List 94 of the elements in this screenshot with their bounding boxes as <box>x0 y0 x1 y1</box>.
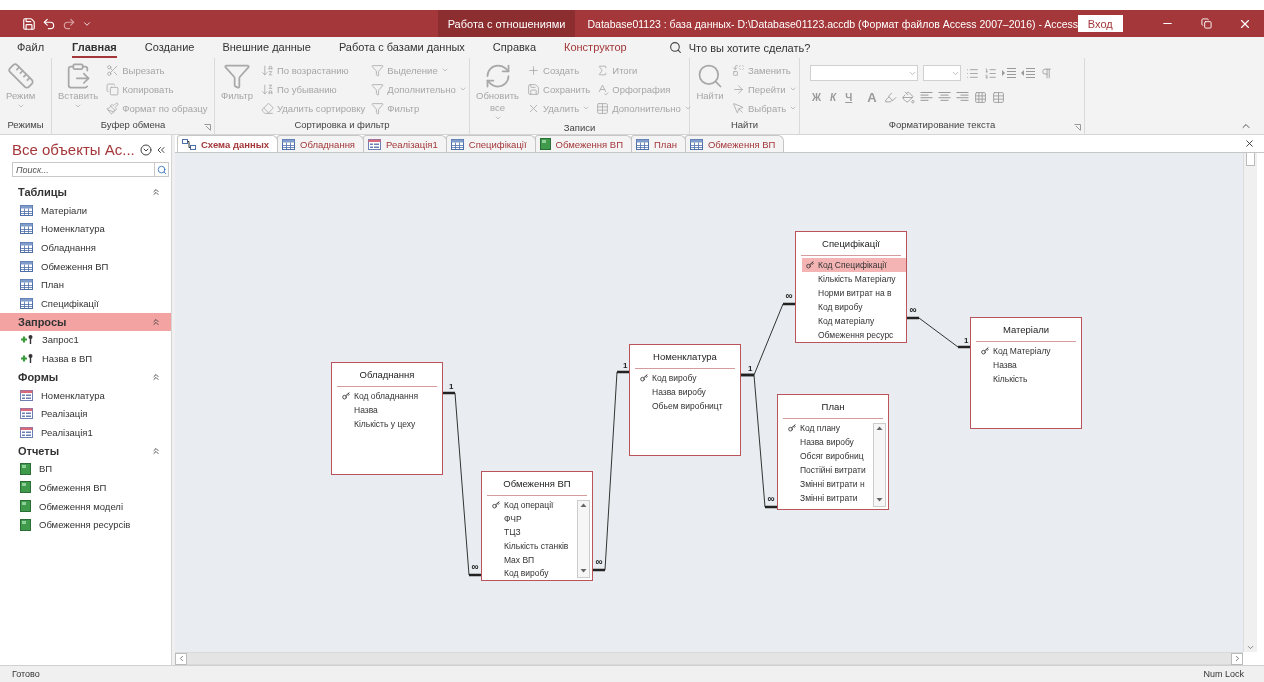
num-lock-indicator: Num Lock <box>1203 669 1244 679</box>
document-tab[interactable]: Обмеження ВП <box>534 135 633 152</box>
cardinality-label: ∞ <box>767 493 775 504</box>
document-tab[interactable]: Схема данных <box>177 135 279 152</box>
table-title: Обладнання <box>337 363 437 387</box>
cardinality-label: 1 <box>449 382 454 391</box>
navigation-item[interactable]: Матеріали <box>41 204 88 216</box>
field-row[interactable]: Кількість <box>977 372 1081 386</box>
table-title: Обмеження ВП <box>487 472 587 496</box>
field-row[interactable]: ТЦЗ <box>488 525 577 539</box>
table-title: Матеріали <box>976 318 1076 342</box>
field-row[interactable]: Код операції <box>488 498 577 512</box>
navigation-item[interactable]: ВП <box>39 463 53 475</box>
field-row[interactable]: Код Специфікації <box>802 258 906 272</box>
field-row[interactable]: Кількість станків <box>488 539 577 553</box>
field-row[interactable]: Норми витрат на в <box>802 286 906 300</box>
table-title: Номенклатура <box>635 345 735 369</box>
cardinality-label: 1 <box>748 364 753 373</box>
table-card[interactable]: Специфікації Код Специфікації Кількість Матеріалу Норми витрат на в Код виробу Код матеріалу Обмеження ресурс <box>795 231 907 343</box>
field-row[interactable]: Код плану <box>784 421 873 435</box>
ribbon-tab[interactable]: Создание <box>144 41 195 58</box>
field-row[interactable]: Змінні витрати н <box>784 477 873 491</box>
navigation-item[interactable]: Специфікації <box>41 297 99 309</box>
table-card[interactable]: Матеріали Код Матеріалу Назва Кількість <box>970 317 1082 429</box>
field-row[interactable]: Код виробу <box>636 371 740 385</box>
cardinality-label: ∞ <box>471 561 479 572</box>
field-row[interactable]: Код матеріалу <box>802 314 906 328</box>
group-label: Буфер обмена <box>99 119 167 132</box>
table-card[interactable]: Обмеження ВП Код операції ФЧР ТЦЗ Кількість станків Max ВП Код виробу <box>481 471 593 581</box>
table-title: План <box>783 395 883 419</box>
cardinality-label: 1 <box>964 336 969 345</box>
ribbon-tab[interactable]: Внешние данные <box>222 41 311 58</box>
field-row[interactable]: Код Матеріалу <box>977 344 1081 358</box>
search-field[interactable]: Поиск... <box>12 162 154 177</box>
window-title: Database01123 : база данных- D:\Database01123.accdb (Формат файлов Access 2007–2016) - Access <box>586 17 1079 30</box>
group-label: Записи <box>562 122 597 134</box>
document-tab[interactable]: Обмеження ВП <box>684 135 785 152</box>
field-row[interactable]: Кількість у цеху <box>338 417 442 431</box>
field-row[interactable]: Обсяг виробниц <box>784 449 873 463</box>
table-title: Специфікації <box>801 232 901 256</box>
context-tab-label: Работа с отношениями <box>437 10 576 37</box>
field-row[interactable]: Змінні витрати <box>784 491 873 505</box>
navigation-item[interactable]: Обмеження ВП <box>39 481 107 493</box>
table-card[interactable]: План Код плану Назва виробу Обсяг виробниц Постійні витрати Змінні витрати н Змінні витрати <box>777 394 889 510</box>
field-row[interactable]: Постійні витрати <box>784 463 873 477</box>
group-label: Найти <box>729 119 760 132</box>
document-tab[interactable]: План <box>631 135 686 152</box>
navigation-item[interactable]: Номенклатура <box>41 223 105 235</box>
field-row[interactable]: Max ВП <box>488 552 577 567</box>
field-row[interactable]: Назва <box>977 358 1081 372</box>
field-row[interactable]: Кількість Матеріалу <box>802 272 906 286</box>
document-tab[interactable]: Специфікації <box>445 135 536 152</box>
field-row[interactable]: ФЧР <box>488 511 577 526</box>
sign-in-button[interactable]: Вход <box>1078 15 1123 32</box>
group-label: Сортировка и фильтр <box>293 119 391 132</box>
section-header[interactable]: Отчеты <box>0 441 171 460</box>
cardinality-label: ∞ <box>595 556 603 567</box>
ribbon-tab[interactable]: Конструктор <box>564 41 627 58</box>
navigation-item[interactable]: Обмеження моделі <box>39 500 123 512</box>
field-row[interactable]: Назва виробу <box>784 435 873 449</box>
navigation-item[interactable]: Обладнання <box>41 242 96 253</box>
table-card[interactable]: Обладнання Код обладнання Назва Кількість у цеху <box>331 362 443 475</box>
navigation-item[interactable]: Назва в ВП <box>42 352 93 364</box>
cardinality-label: ∞ <box>785 290 793 301</box>
section-header[interactable]: Таблицы <box>0 183 171 201</box>
document-tab[interactable]: Обладнання <box>277 135 365 152</box>
navigation-title[interactable]: Все объекты Ac... <box>12 141 137 158</box>
ribbon-tab[interactable]: Файл <box>17 41 45 58</box>
navigation-item[interactable]: Обмеження ВП <box>41 260 109 272</box>
navigation-item[interactable]: Реалізація1 <box>41 426 93 438</box>
section-header[interactable]: Запросы <box>0 312 171 331</box>
field-row[interactable]: Код виробу <box>802 300 906 314</box>
field-row[interactable]: Обмеження ресурс <box>802 328 906 342</box>
table-card[interactable]: Номенклатура Код виробу Назва виробу Обьем виробницт <box>629 344 741 456</box>
ribbon-tab[interactable]: Справка <box>492 41 536 58</box>
navigation-item[interactable]: Обмеження ресурсів <box>39 519 131 531</box>
group-label: Режимы <box>6 119 45 132</box>
field-row[interactable]: Код виробу <box>488 566 577 581</box>
navigation-item[interactable]: Номенклатура <box>41 389 105 401</box>
ribbon-tab[interactable]: Работа с базами данных <box>338 41 465 58</box>
cardinality-label: 1 <box>623 361 628 370</box>
cardinality-label: ∞ <box>909 304 917 315</box>
group-label: Форматирование текста <box>887 119 997 132</box>
field-row[interactable]: Код обладнання <box>338 389 442 403</box>
status-text: Готово <box>12 669 40 679</box>
document-tab[interactable]: Реалізація1 <box>363 135 447 152</box>
navigation-item[interactable]: Реалізація <box>41 408 88 420</box>
navigation-item[interactable]: Запрос1 <box>42 334 79 346</box>
field-row[interactable]: Назва <box>338 403 442 417</box>
field-row[interactable]: Назва виробу <box>636 385 740 399</box>
tell-me-field[interactable]: Что вы хотите сделать? <box>688 41 811 54</box>
field-row[interactable]: Обьем виробницт <box>636 399 740 413</box>
section-header[interactable]: Формы <box>0 367 171 386</box>
navigation-item[interactable]: План <box>41 279 64 291</box>
